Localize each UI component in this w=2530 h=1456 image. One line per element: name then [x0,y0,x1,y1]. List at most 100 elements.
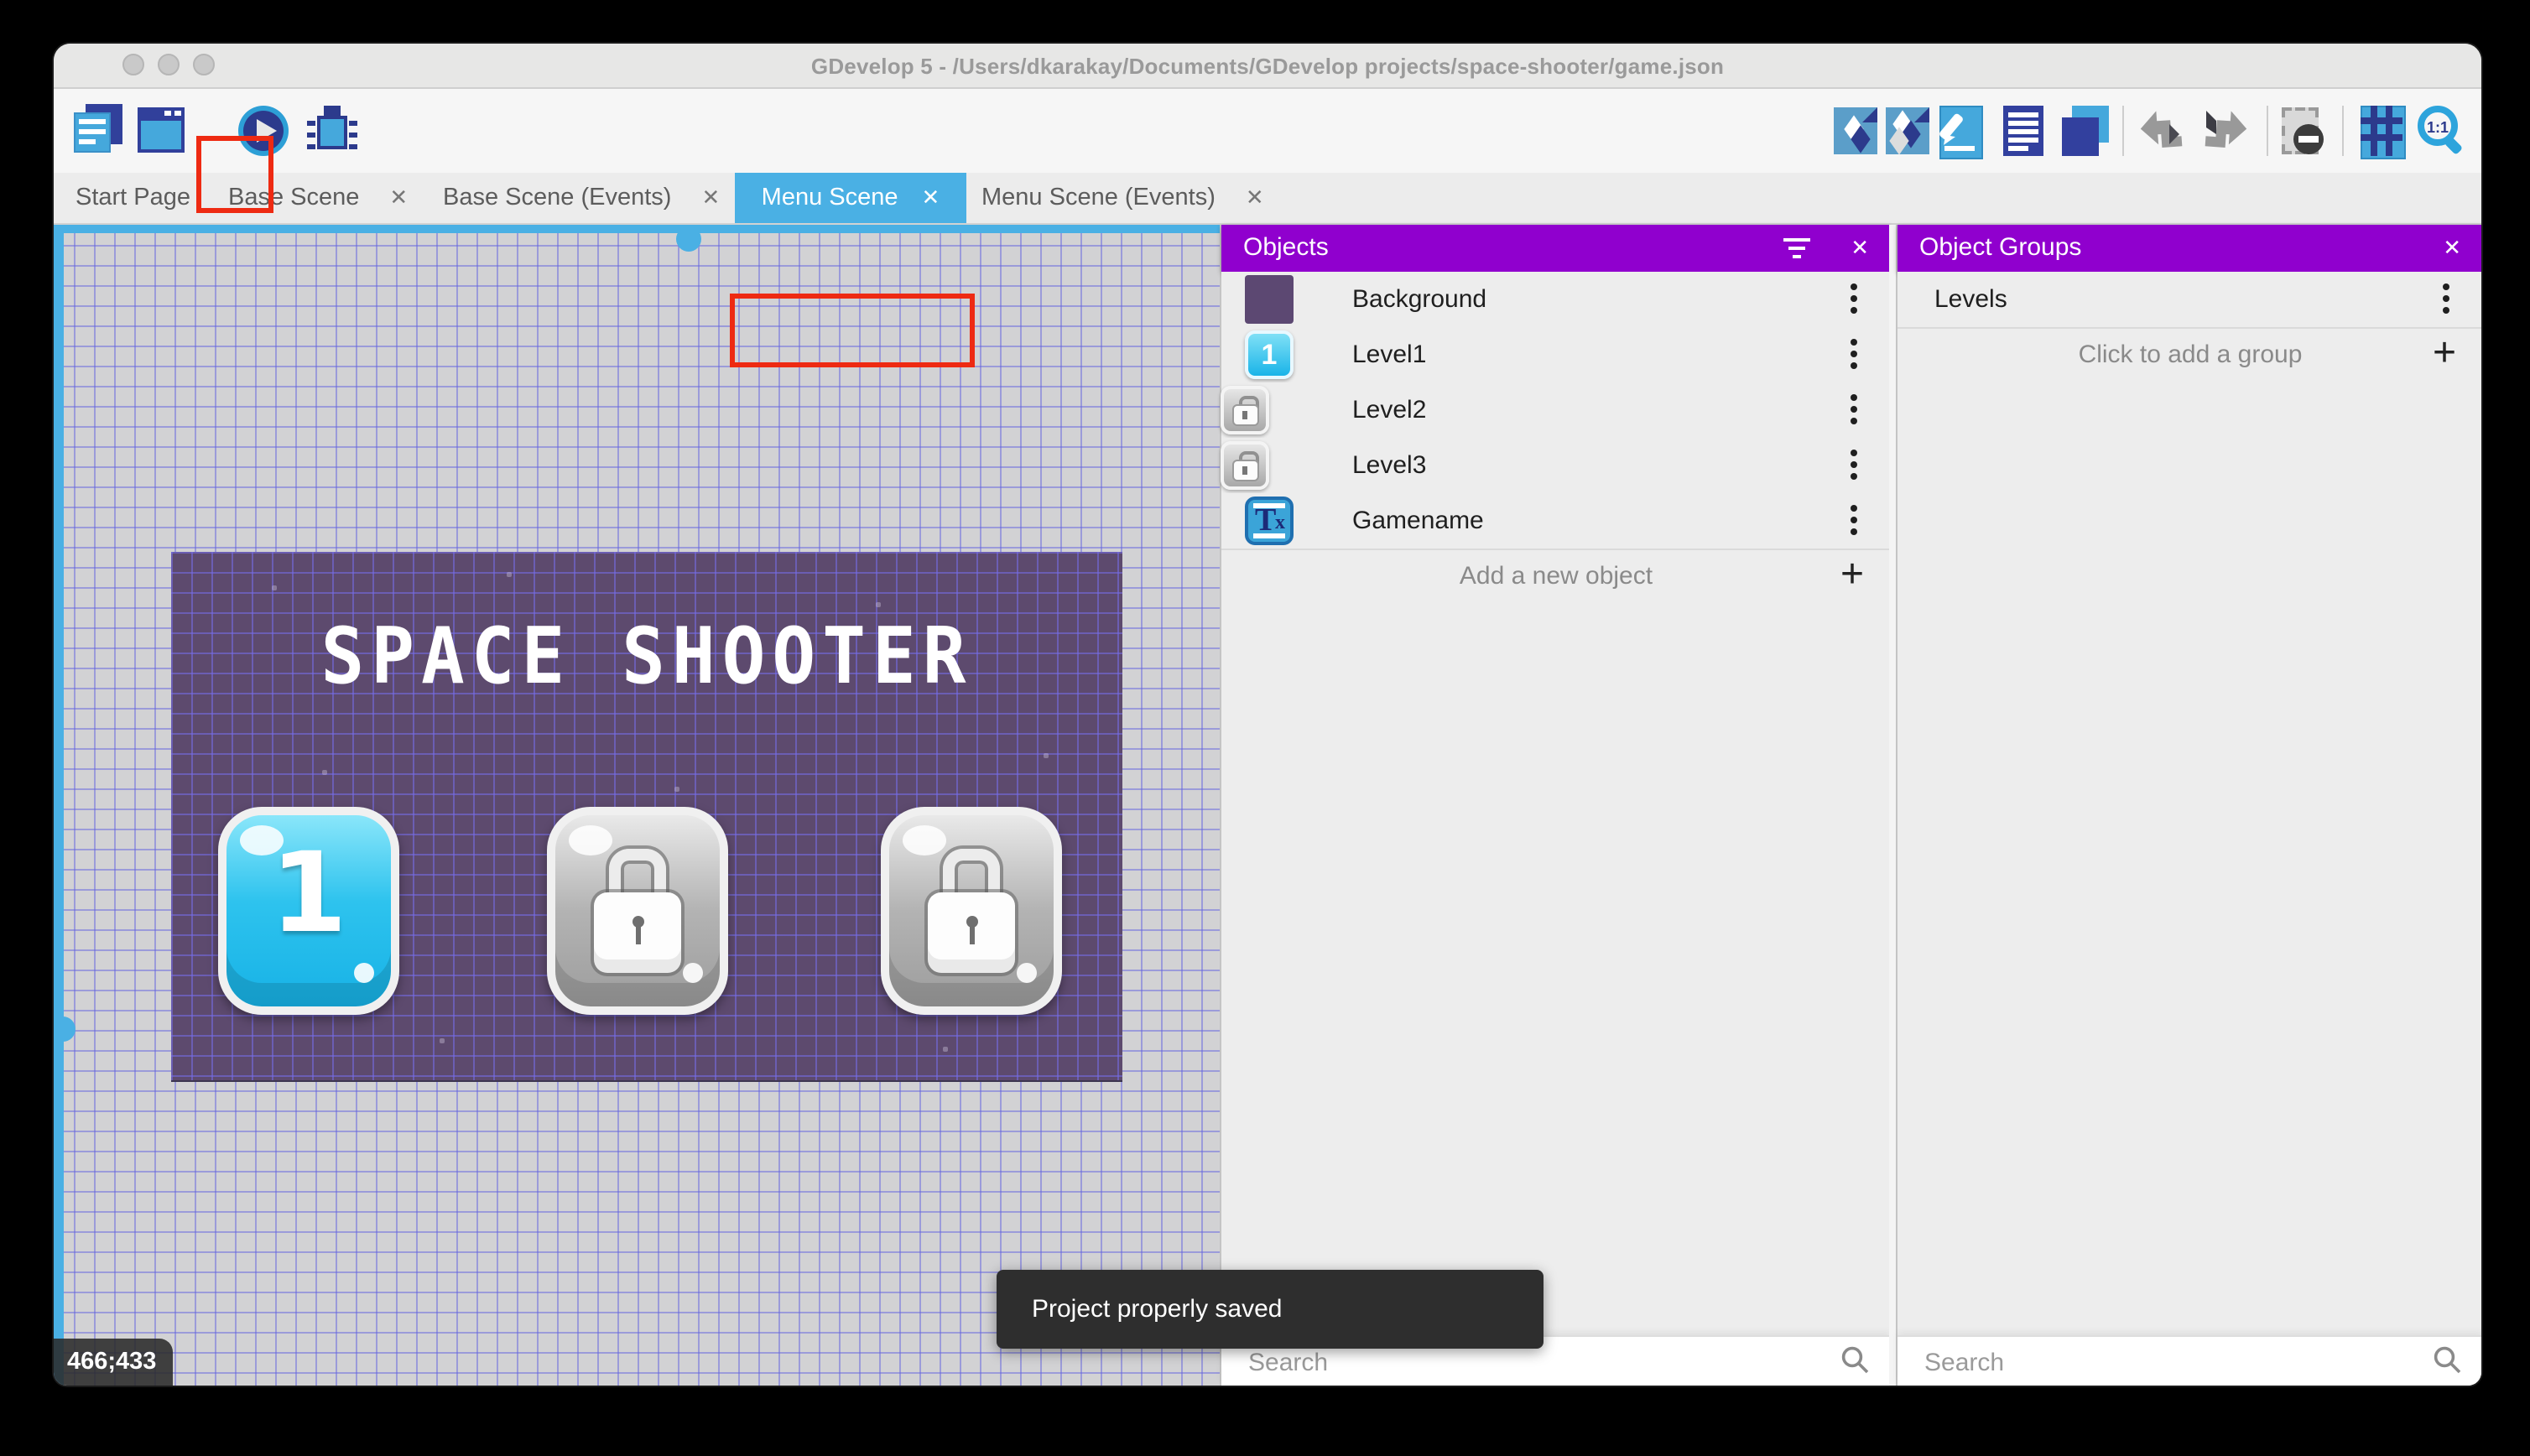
lock-icon [594,849,681,976]
groups-search-input[interactable] [1921,1342,2367,1382]
tab-close-icon[interactable]: ✕ [922,185,940,211]
close-icon[interactable]: ✕ [1851,225,1869,272]
horizontal-scrollbar-handle[interactable] [676,226,701,252]
tab-base-scene-events[interactable]: Base Scene (Events) ✕ [443,173,720,223]
star [876,602,881,607]
toolbar-separator [2267,106,2268,156]
tab-label: Base Scene (Events) [443,185,671,211]
properties-panel-icon[interactable] [1933,104,1986,158]
layers-panel-icon[interactable] [2059,104,2112,158]
level3-locked-button[interactable] [881,807,1062,1015]
level1-number: 1 [226,829,391,958]
object-groups-panel: Object Groups ✕ Levels Click to add a gr… [1896,225,2481,1386]
star [674,787,679,792]
toolbar-separator [2342,106,2344,156]
annotation-box-play-button [196,136,273,213]
background-swatch-icon [1245,275,1294,324]
group-label: Levels [1934,272,2007,327]
object-row-level3[interactable]: Level3 [1221,438,1891,495]
star [507,572,512,577]
scene-editor-canvas[interactable]: SPACE SHOOTER 1 [54,225,1220,1386]
star [440,1038,445,1043]
tab-label: Start Page [75,185,190,211]
search-icon [2433,1345,2463,1375]
object-label: Background [1352,272,1486,327]
toolbar-separator [2122,106,2124,156]
kebab-menu-icon[interactable] [1851,505,1857,537]
star [943,1047,948,1052]
annotation-box-menu-scene-tab [730,294,975,367]
tab-close-icon[interactable]: ✕ [389,185,408,211]
tab-start-page[interactable]: Start Page [75,173,190,223]
gdevelop-window: GDevelop 5 - /Users/dkarakay/Documents/G… [54,44,2481,1386]
objects-panel-icon[interactable] [1829,104,1882,158]
zoom-one-to-one-icon[interactable]: 1:1 [2414,104,2468,158]
locked-button-icon [1221,386,1269,434]
svg-text:1:1: 1:1 [2427,119,2449,136]
filter-icon[interactable] [1783,238,1810,258]
plus-icon[interactable]: + [1840,552,1864,599]
content-area: SPACE SHOOTER 1 [54,225,2481,1386]
scene-window-icon[interactable] [134,104,188,158]
horizontal-scrollbar[interactable] [64,225,1220,233]
objects-panel: Objects ✕ Background 1 Level1 [1220,225,1891,1386]
tab-menu-scene-events[interactable]: Menu Scene (Events) ✕ [981,173,1264,223]
vertical-scrollbar-handle[interactable] [54,1017,75,1042]
tab-bar: Start Page Base Scene ✕ Base Scene (Even… [54,173,2481,225]
object-row-background[interactable]: Background [1221,272,1891,329]
add-new-object-row[interactable]: Add a new object + [1221,549,1891,604]
cursor-coordinates-badge: 466;433 [54,1339,173,1386]
scene-game-title: SPACE SHOOTER [171,612,1122,703]
star [1044,753,1049,758]
object-row-gamename[interactable]: T x Gamename [1221,493,1891,550]
kebab-menu-icon[interactable] [1851,394,1857,426]
panel-divider[interactable] [1889,225,1896,1386]
object-row-level2[interactable]: Level2 [1221,382,1891,439]
undo-icon[interactable] [2134,104,2188,158]
level1-button-icon: 1 [1245,330,1294,379]
objects-panel-header: Objects ✕ [1221,225,1891,272]
object-row-level1[interactable]: 1 Level1 [1221,327,1891,384]
lock-icon [928,849,1015,976]
groups-search-row [1898,1335,2481,1386]
redo-icon[interactable] [2199,104,2253,158]
object-label: Gamename [1352,493,1484,549]
project-manager-icon[interactable] [70,104,124,158]
objects-panel-title: Objects [1243,225,1329,272]
window-mask-icon[interactable] [2277,104,2330,158]
grid-icon[interactable] [2354,104,2408,158]
object-groups-panel-icon[interactable] [1881,104,1934,158]
toast-message: Project properly saved [997,1270,1544,1349]
level1-button[interactable]: 1 [218,807,399,1015]
search-icon [1840,1345,1871,1375]
kebab-menu-icon[interactable] [1851,339,1857,371]
tab-close-icon[interactable]: ✕ [1246,185,1264,211]
text-object-icon: T x [1245,497,1294,545]
add-new-object-label: Add a new object [1221,549,1891,604]
tab-close-icon[interactable]: ✕ [701,185,720,211]
star [272,585,277,590]
toolbar: 1:1 [54,89,2481,173]
object-groups-panel-title: Object Groups [1919,225,2081,272]
object-label: Level3 [1352,438,1426,493]
tab-menu-scene[interactable]: Menu Scene ✕ [735,173,966,223]
instances-list-icon[interactable] [1996,104,2050,158]
debug-icon[interactable] [305,104,359,158]
vertical-scrollbar[interactable] [54,225,64,1386]
object-label: Level2 [1352,382,1426,438]
kebab-menu-icon[interactable] [2443,283,2449,315]
close-icon[interactable]: ✕ [2443,225,2461,272]
add-group-row[interactable]: Click to add a group + [1898,327,2481,382]
kebab-menu-icon[interactable] [1851,283,1857,315]
plus-icon[interactable]: + [2433,330,2456,377]
tab-label: Menu Scene [762,185,898,211]
kebab-menu-icon[interactable] [1851,450,1857,481]
save-toast: Project properly saved [997,1270,1544,1349]
game-scene-preview[interactable]: SPACE SHOOTER 1 [171,552,1122,1080]
group-row-levels[interactable]: Levels [1898,272,2481,329]
star [322,770,327,775]
tab-label: Menu Scene (Events) [981,185,1216,211]
locked-button-icon [1221,441,1269,490]
level2-locked-button[interactable] [547,807,728,1015]
add-group-label: Click to add a group [1898,327,2481,382]
